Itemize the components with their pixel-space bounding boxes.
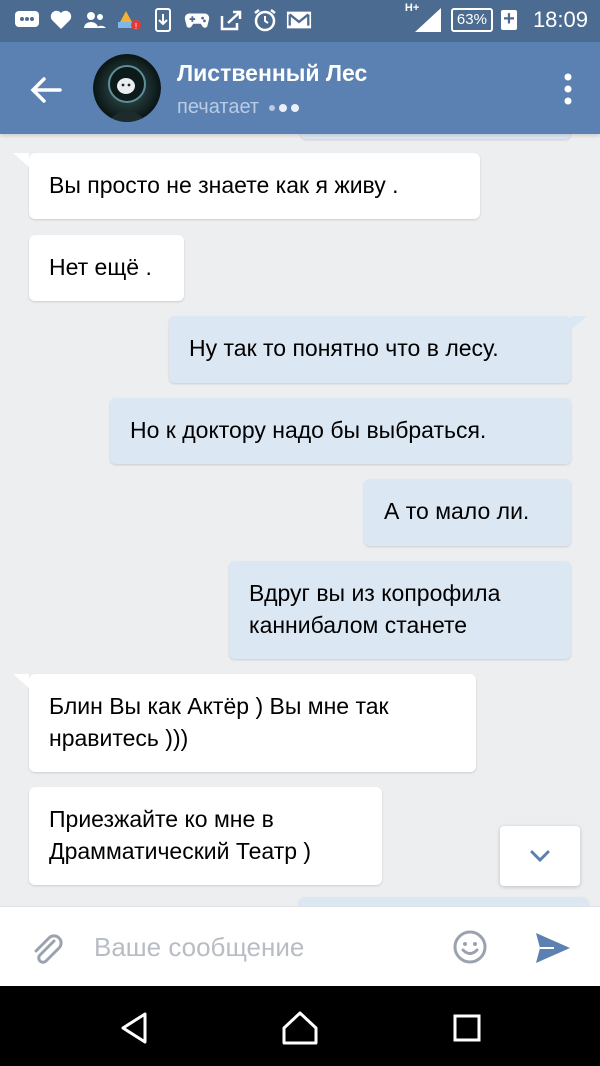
paperclip-icon[interactable] — [30, 929, 64, 967]
status-bar: ! H+ 63% + 18:09 — [0, 0, 600, 42]
contact-name: Лиственный Лес — [177, 60, 368, 86]
message-text: Нет ещё . — [49, 254, 152, 280]
message-text: Блин Вы как Актёр ) Вы мне так нравитесь… — [49, 693, 389, 751]
heart-icon — [48, 8, 74, 32]
send-icon[interactable] — [534, 931, 572, 965]
message-bubble-out[interactable]: Ну так то понятно что в лесу. — [169, 316, 587, 383]
charging-icon: + — [500, 9, 517, 30]
message-text: Вдруг вы из копрофила каннибалом станете — [249, 580, 501, 638]
alarm-icon — [252, 8, 278, 32]
phone-screen-icon — [150, 8, 176, 32]
message-bubble-out — [299, 897, 588, 906]
system-nav-bar — [0, 986, 600, 1066]
message-bubble-in[interactable]: Нет ещё . — [29, 235, 184, 301]
typing-dots-icon — [269, 103, 300, 112]
signal-icon: H+ — [405, 2, 443, 34]
back-arrow-icon[interactable] — [28, 72, 64, 108]
mail-icon — [286, 8, 312, 32]
nav-back-icon[interactable] — [115, 1008, 155, 1048]
more-vert-icon[interactable] — [564, 72, 572, 106]
typing-status: печатает — [177, 96, 300, 119]
clock: 18:09 — [532, 7, 588, 32]
contacts-icon — [82, 8, 108, 32]
message-text: Но к доктору надо бы выбраться. — [130, 417, 487, 443]
message-bubble-in[interactable]: Приезжайте ко мне в Драмматический Театр… — [29, 787, 382, 885]
message-text: Вы просто не знаете как я живу . — [49, 172, 399, 198]
message-bubble-in[interactable]: Блин Вы как Актёр ) Вы мне так нравитесь… — [13, 674, 476, 772]
avatar[interactable] — [93, 54, 161, 122]
svg-text:!: ! — [135, 22, 137, 31]
nav-recents-icon[interactable] — [447, 1008, 487, 1048]
weather-alert-icon: ! — [116, 8, 142, 32]
battery-indicator: 63% — [450, 8, 493, 32]
share-icon — [218, 8, 244, 32]
message-bubble-out[interactable]: Вдруг вы из копрофила каннибалом станете — [229, 561, 571, 659]
smile-icon[interactable] — [452, 929, 488, 965]
message-text: Приезжайте ко мне в Драмматический Театр… — [49, 806, 312, 864]
message-composer — [0, 906, 600, 987]
chat-header: Лиственный Лес печатает — [0, 42, 600, 134]
message-list[interactable]: Вы просто не знаете как я живу . Нет ещё… — [0, 134, 600, 906]
message-text: Ну так то понятно что в лесу. — [189, 335, 499, 361]
typing-label: печатает — [177, 96, 260, 118]
nav-home-icon[interactable] — [280, 1008, 320, 1048]
gamepad-icon — [184, 8, 210, 32]
message-input[interactable] — [80, 921, 468, 973]
scroll-down-button[interactable] — [500, 826, 580, 886]
chevron-down-icon — [530, 850, 550, 863]
message-bubble-out[interactable]: Но к доктору надо бы выбраться. — [110, 398, 571, 464]
messages-icon — [14, 8, 40, 32]
message-bubble-out — [300, 134, 571, 139]
message-text: А то мало ли. — [384, 498, 530, 524]
message-bubble-in[interactable]: Вы просто не знаете как я живу . — [13, 153, 480, 219]
message-bubble-out[interactable]: А то мало ли. — [364, 479, 571, 546]
